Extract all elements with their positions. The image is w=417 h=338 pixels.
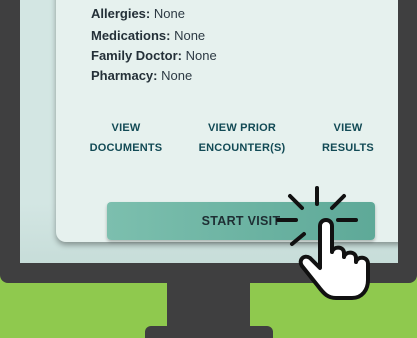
info-value: None [170, 28, 206, 43]
view-prior-encounters-line2: ENCOUNTER(S) [198, 142, 286, 154]
info-label: Family Doctor: [91, 48, 183, 63]
info-label: Pharmacy: [91, 68, 158, 83]
info-label: Allergies: [91, 6, 151, 21]
info-label: Medications: [91, 28, 171, 43]
monitor-stand-neck [167, 283, 250, 328]
pointing-hand-click-icon [276, 186, 370, 300]
info-value: None [150, 6, 185, 21]
info-value: None [157, 68, 193, 83]
view-documents-line1: VIEW [111, 122, 141, 134]
view-documents-line2: DOCUMENTS [89, 142, 163, 154]
view-results-line1: VIEW [333, 122, 363, 134]
view-prior-encounters-link[interactable]: VIEW PRIOR ENCOUNTER(S) [192, 118, 292, 158]
view-results-line2: RESULTS [322, 142, 374, 154]
view-results-link[interactable]: VIEW RESULTS [310, 118, 386, 158]
info-value: None [182, 48, 217, 63]
info-medications: Medications: None [91, 28, 205, 43]
view-prior-encounters-line1: VIEW PRIOR [207, 122, 276, 134]
view-documents-link[interactable]: VIEW DOCUMENTS [84, 118, 168, 158]
info-family-doctor: Family Doctor: None [91, 48, 217, 63]
info-pharmacy: Pharmacy: None [91, 68, 192, 83]
monitor-stand-base [145, 326, 273, 338]
start-visit-label: START VISIT [201, 214, 281, 228]
info-allergies: Allergies: None [91, 6, 185, 21]
